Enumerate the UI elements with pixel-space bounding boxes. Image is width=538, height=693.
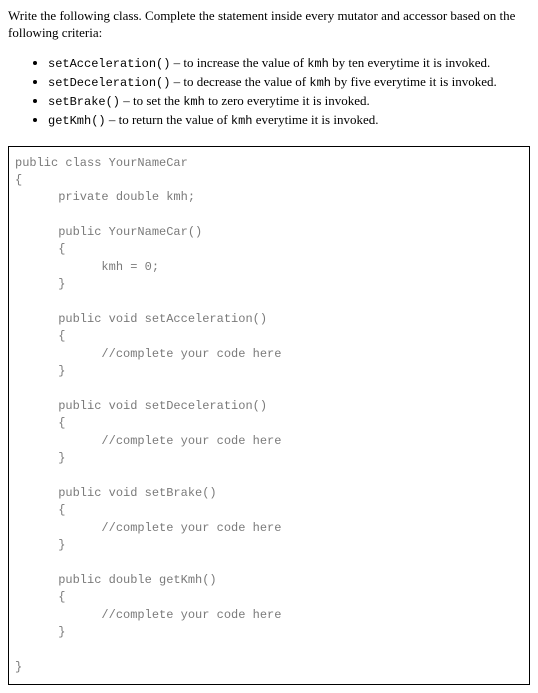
instructions-text: Write the following class. Complete the … [8,8,530,42]
var-name: kmh [183,95,205,109]
criteria-text: – to decrease the value of [170,74,309,89]
criteria-text: – to set the [120,93,183,108]
criteria-tail: by ten everytime it is invoked. [329,55,490,70]
method-name: getKmh() [48,114,106,128]
code-content: public class YourNameCar { private doubl… [15,155,523,677]
criteria-tail: to zero everytime it is invoked. [205,93,370,108]
var-name: kmh [309,76,331,90]
method-name: setDeceleration() [48,76,170,90]
var-name: kmh [231,114,253,128]
criteria-item: setBrake() – to set the kmh to zero ever… [48,92,530,110]
method-name: setBrake() [48,95,120,109]
criteria-item: setAcceleration() – to increase the valu… [48,54,530,72]
criteria-list: setAcceleration() – to increase the valu… [8,54,530,130]
criteria-item: getKmh() – to return the value of kmh ev… [48,111,530,129]
code-box: public class YourNameCar { private doubl… [8,146,530,686]
criteria-tail: everytime it is invoked. [252,112,378,127]
criteria-text: – to return the value of [106,112,231,127]
criteria-text: – to increase the value of [170,55,307,70]
var-name: kmh [307,57,329,71]
criteria-item: setDeceleration() – to decrease the valu… [48,73,530,91]
method-name: setAcceleration() [48,57,170,71]
criteria-tail: by five everytime it is invoked. [331,74,497,89]
